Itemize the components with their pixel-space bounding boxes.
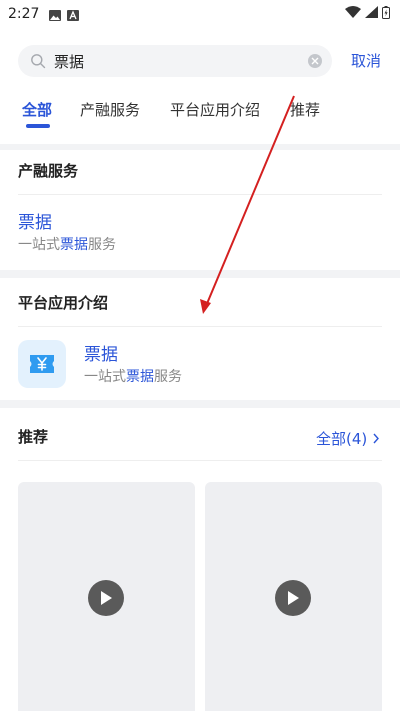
- video-card[interactable]: [18, 482, 195, 711]
- divider: [18, 326, 382, 327]
- status-time: 2:27: [8, 6, 40, 22]
- status-bar: 2:27: [0, 0, 400, 28]
- section-platform-app: 平台应用介绍 票据 一站式票据服务: [0, 278, 400, 400]
- ticket-yen-icon[interactable]: [18, 340, 66, 388]
- desc-prefix: 一站式: [18, 237, 60, 253]
- see-all-label: 全部(4): [315, 430, 368, 448]
- tab-all[interactable]: 全部: [22, 98, 52, 122]
- divider: [18, 460, 382, 461]
- search-box[interactable]: [18, 45, 332, 77]
- clear-icon[interactable]: [308, 54, 322, 68]
- desc-suffix: 服务: [88, 237, 116, 253]
- play-icon[interactable]: [275, 580, 311, 616]
- a-icon: [67, 9, 80, 21]
- status-right-icons: [345, 5, 390, 23]
- signal-icon: [365, 6, 378, 22]
- tab-active-indicator: [26, 124, 50, 128]
- see-all-link[interactable]: 全部(4): [316, 428, 380, 449]
- result-title[interactable]: 票据: [18, 208, 52, 233]
- result-description: 一站式票据服务: [84, 366, 182, 386]
- tab-finance-service[interactable]: 产融服务: [80, 98, 140, 122]
- play-icon[interactable]: [88, 580, 124, 616]
- image-icon: [49, 9, 62, 21]
- tab-platform-app[interactable]: 平台应用介绍: [170, 98, 260, 122]
- tab-bar: 全部 产融服务 平台应用介绍 推荐: [0, 88, 400, 132]
- section-title: 平台应用介绍: [18, 294, 109, 312]
- desc-suffix: 服务: [154, 369, 182, 385]
- tab-recommend[interactable]: 推荐: [290, 98, 320, 122]
- battery-icon: [382, 5, 390, 23]
- section-recommend: 推荐 全部(4): [0, 408, 400, 711]
- search-header: 取消 全部 产融服务 平台应用介绍 推荐: [0, 28, 400, 144]
- result-description: 一站式票据服务: [18, 234, 116, 254]
- wifi-icon: [345, 6, 361, 22]
- video-card[interactable]: [205, 482, 382, 711]
- search-icon: [30, 53, 46, 69]
- divider: [18, 194, 382, 195]
- result-title[interactable]: 票据: [84, 340, 118, 365]
- section-finance-service: 产融服务 票据 一站式票据服务: [0, 150, 400, 270]
- search-input[interactable]: [54, 52, 308, 70]
- section-title: 推荐: [18, 428, 49, 446]
- cancel-button[interactable]: 取消: [346, 49, 386, 73]
- section-title: 产融服务: [18, 162, 79, 180]
- chevron-right-icon: [372, 430, 380, 448]
- desc-highlight: 票据: [60, 237, 88, 253]
- desc-prefix: 一站式: [84, 369, 126, 385]
- desc-highlight: 票据: [126, 369, 154, 385]
